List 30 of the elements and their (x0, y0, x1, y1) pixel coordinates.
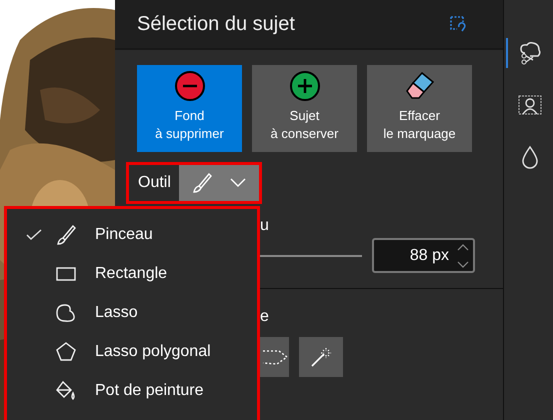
tool-menu-item[interactable]: Pinceau (7, 215, 257, 254)
remove-mark-button[interactable]: Fond à supprimer (137, 65, 242, 152)
eraser-icon (404, 70, 436, 102)
minus-circle-icon (174, 70, 206, 102)
magic-wand-icon (309, 345, 333, 369)
tool-menu-item[interactable]: Lasso polygonal (7, 332, 257, 371)
tool-menu-item[interactable]: Pot de peinture (7, 371, 257, 410)
tool-menu-item[interactable]: Lasso (7, 293, 257, 332)
plus-circle-icon (288, 70, 320, 102)
brush-icon (55, 224, 77, 246)
brush-icon (191, 172, 214, 194)
lasso-selection-button[interactable] (260, 337, 289, 377)
spinner-icon[interactable] (457, 242, 469, 268)
erase-mark-button[interactable]: Effacer le marquage (367, 65, 472, 152)
polygon-icon (55, 340, 77, 362)
tool-label: Outil (137, 174, 172, 192)
size-field[interactable]: 88 px (372, 238, 475, 273)
lasso-icon (55, 302, 77, 324)
tool-dropdown[interactable] (178, 165, 259, 201)
reset-selection-icon[interactable] (449, 15, 467, 33)
tool-menu-item[interactable]: Rectangle (7, 254, 257, 293)
chevron-down-icon (230, 178, 246, 188)
cloud-scissors-icon (518, 41, 542, 65)
keep-mark-button[interactable]: Sujet à conserver (252, 65, 357, 152)
person-frame-icon (518, 95, 542, 115)
panel-title: Sélection du sujet (137, 12, 295, 36)
bucket-icon (55, 380, 77, 402)
size-label: u (260, 216, 270, 236)
drop-icon (520, 145, 540, 169)
magic-wand-button[interactable] (299, 337, 343, 377)
